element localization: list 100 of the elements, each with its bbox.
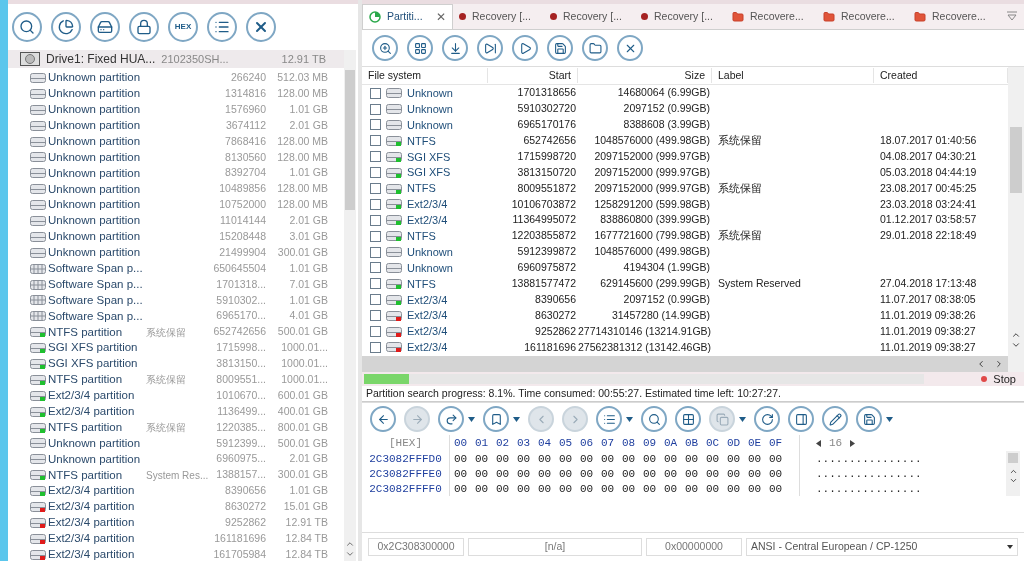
- scroll-thumb[interactable]: [1008, 453, 1018, 463]
- tab[interactable]: Recovere...: [908, 4, 999, 29]
- zoom-button[interactable]: [372, 35, 398, 61]
- scroll-down-icon[interactable]: [345, 549, 355, 559]
- caret-icon[interactable]: [886, 416, 893, 422]
- tab[interactable]: Partiti... ✕: [362, 4, 453, 29]
- partition-name[interactable]: Unknown partition: [48, 164, 146, 182]
- checkbox[interactable]: [370, 183, 381, 195]
- close-button[interactable]: [246, 12, 276, 42]
- column-header[interactable]: Label: [712, 67, 874, 84]
- list-button[interactable]: [596, 406, 622, 432]
- close-button[interactable]: [617, 35, 643, 61]
- scrollbar[interactable]: [1008, 67, 1024, 372]
- list-button[interactable]: [207, 12, 237, 42]
- partition-name[interactable]: Unknown partition: [48, 212, 146, 230]
- partition-name[interactable]: NTFS partition: [48, 371, 146, 389]
- checkbox[interactable]: [370, 341, 381, 353]
- partition-name[interactable]: NTFS partition: [48, 323, 146, 341]
- pie-chart-button[interactable]: [51, 12, 81, 42]
- scroll-down-icon[interactable]: [1008, 476, 1018, 485]
- partition-name[interactable]: Unknown partition: [48, 101, 146, 119]
- encoding-dropdown[interactable]: ANSI - Central European / CP-1250: [746, 538, 1018, 556]
- scrollbar[interactable]: [1006, 451, 1020, 496]
- checkbox[interactable]: [370, 167, 381, 179]
- tab[interactable]: Recovery [...: [453, 4, 544, 29]
- checkbox[interactable]: [370, 151, 381, 163]
- caret-icon[interactable]: [513, 416, 520, 422]
- download-button[interactable]: [442, 35, 468, 61]
- drive-row[interactable]: Drive1: Fixed HUA... 2102350SH... 12.91 TB: [8, 50, 344, 68]
- checkbox[interactable]: [370, 103, 381, 115]
- column-header[interactable]: File system: [362, 67, 488, 84]
- partition-name[interactable]: Unknown partition: [48, 228, 146, 246]
- skip-button[interactable]: [477, 35, 503, 61]
- lock-button[interactable]: [129, 12, 159, 42]
- partition-name[interactable]: Software Span p...: [48, 307, 146, 325]
- folder-button[interactable]: [582, 35, 608, 61]
- scroll-thumb[interactable]: [1010, 127, 1022, 193]
- tab[interactable]: Recovery [...: [544, 4, 635, 29]
- partition-name[interactable]: Ext2/3/4 partition: [48, 530, 146, 548]
- partition-name[interactable]: Unknown partition: [48, 450, 146, 468]
- edit-button[interactable]: [822, 406, 848, 432]
- checkbox[interactable]: [370, 87, 381, 99]
- scroll-up-icon[interactable]: [1011, 330, 1021, 340]
- back-button[interactable]: [370, 406, 396, 432]
- scroll-left-icon[interactable]: [976, 359, 986, 369]
- tab-overflow-icon[interactable]: [1006, 11, 1018, 21]
- tab[interactable]: Recovere...: [726, 4, 817, 29]
- partition-name[interactable]: NTFS partition: [48, 466, 146, 484]
- hex-button[interactable]: HEX: [168, 12, 198, 42]
- bookmark-button[interactable]: [483, 406, 509, 432]
- grid-button[interactable]: [675, 406, 701, 432]
- scroll-up-icon[interactable]: [345, 539, 355, 549]
- partition-name[interactable]: Unknown partition: [48, 117, 146, 135]
- checkbox[interactable]: [370, 230, 381, 242]
- partition-name[interactable]: Ext2/3/4 partition: [48, 387, 146, 405]
- partition-name[interactable]: Ext2/3/4 partition: [48, 514, 146, 532]
- caret-icon[interactable]: [468, 416, 475, 422]
- play-button[interactable]: [512, 35, 538, 61]
- column-header[interactable]: Start: [488, 67, 578, 84]
- scrollbar[interactable]: [344, 50, 356, 561]
- partition-name[interactable]: Ext2/3/4 partition: [48, 546, 146, 561]
- horizontal-scrollbar[interactable]: [362, 356, 1008, 372]
- search-button[interactable]: [12, 12, 42, 42]
- scroll-thumb[interactable]: [345, 70, 355, 210]
- checkbox[interactable]: [370, 198, 381, 210]
- checkbox[interactable]: [370, 278, 381, 290]
- decrease-icon[interactable]: [816, 439, 821, 447]
- tab-close[interactable]: ✕: [436, 8, 446, 26]
- save-button[interactable]: [547, 35, 573, 61]
- caret-icon[interactable]: [626, 416, 633, 422]
- save-button[interactable]: [856, 406, 882, 432]
- checkbox[interactable]: [370, 246, 381, 258]
- partition-name[interactable]: Unknown partition: [48, 196, 146, 214]
- checkbox[interactable]: [370, 262, 381, 274]
- partition-name[interactable]: SGI XFS partition: [48, 355, 146, 373]
- refresh-button[interactable]: [754, 406, 780, 432]
- partition-name[interactable]: NTFS partition: [48, 418, 146, 437]
- checkbox[interactable]: [370, 294, 381, 306]
- panel-button[interactable]: [788, 406, 814, 432]
- partition-name[interactable]: Ext2/3/4 partition: [48, 482, 146, 500]
- checkbox[interactable]: [370, 310, 381, 322]
- partition-name[interactable]: Ext2/3/4 partition: [48, 498, 146, 516]
- checkbox[interactable]: [370, 214, 381, 226]
- partition-name[interactable]: Unknown partition: [48, 180, 146, 198]
- partition-name[interactable]: Software Span p...: [48, 260, 146, 278]
- scroll-down-icon[interactable]: [1011, 340, 1021, 350]
- grid-button[interactable]: [407, 35, 433, 61]
- tab[interactable]: Recovere...: [817, 4, 908, 29]
- partition-name[interactable]: Unknown partition: [48, 85, 146, 103]
- partition-name[interactable]: Unknown partition: [48, 148, 146, 167]
- tab[interactable]: Recovery [...: [635, 4, 726, 29]
- partition-name[interactable]: Unknown partition: [48, 244, 146, 262]
- partition-name[interactable]: SGI XFS partition: [48, 339, 146, 357]
- checkbox[interactable]: [370, 326, 381, 338]
- partition-name[interactable]: Software Span p...: [48, 275, 146, 294]
- increase-icon[interactable]: [850, 439, 856, 447]
- partition-name[interactable]: Unknown partition: [48, 69, 146, 87]
- partition-name[interactable]: Unknown partition: [48, 434, 146, 453]
- search-button[interactable]: [641, 406, 667, 432]
- partition-name[interactable]: Ext2/3/4 partition: [48, 403, 146, 421]
